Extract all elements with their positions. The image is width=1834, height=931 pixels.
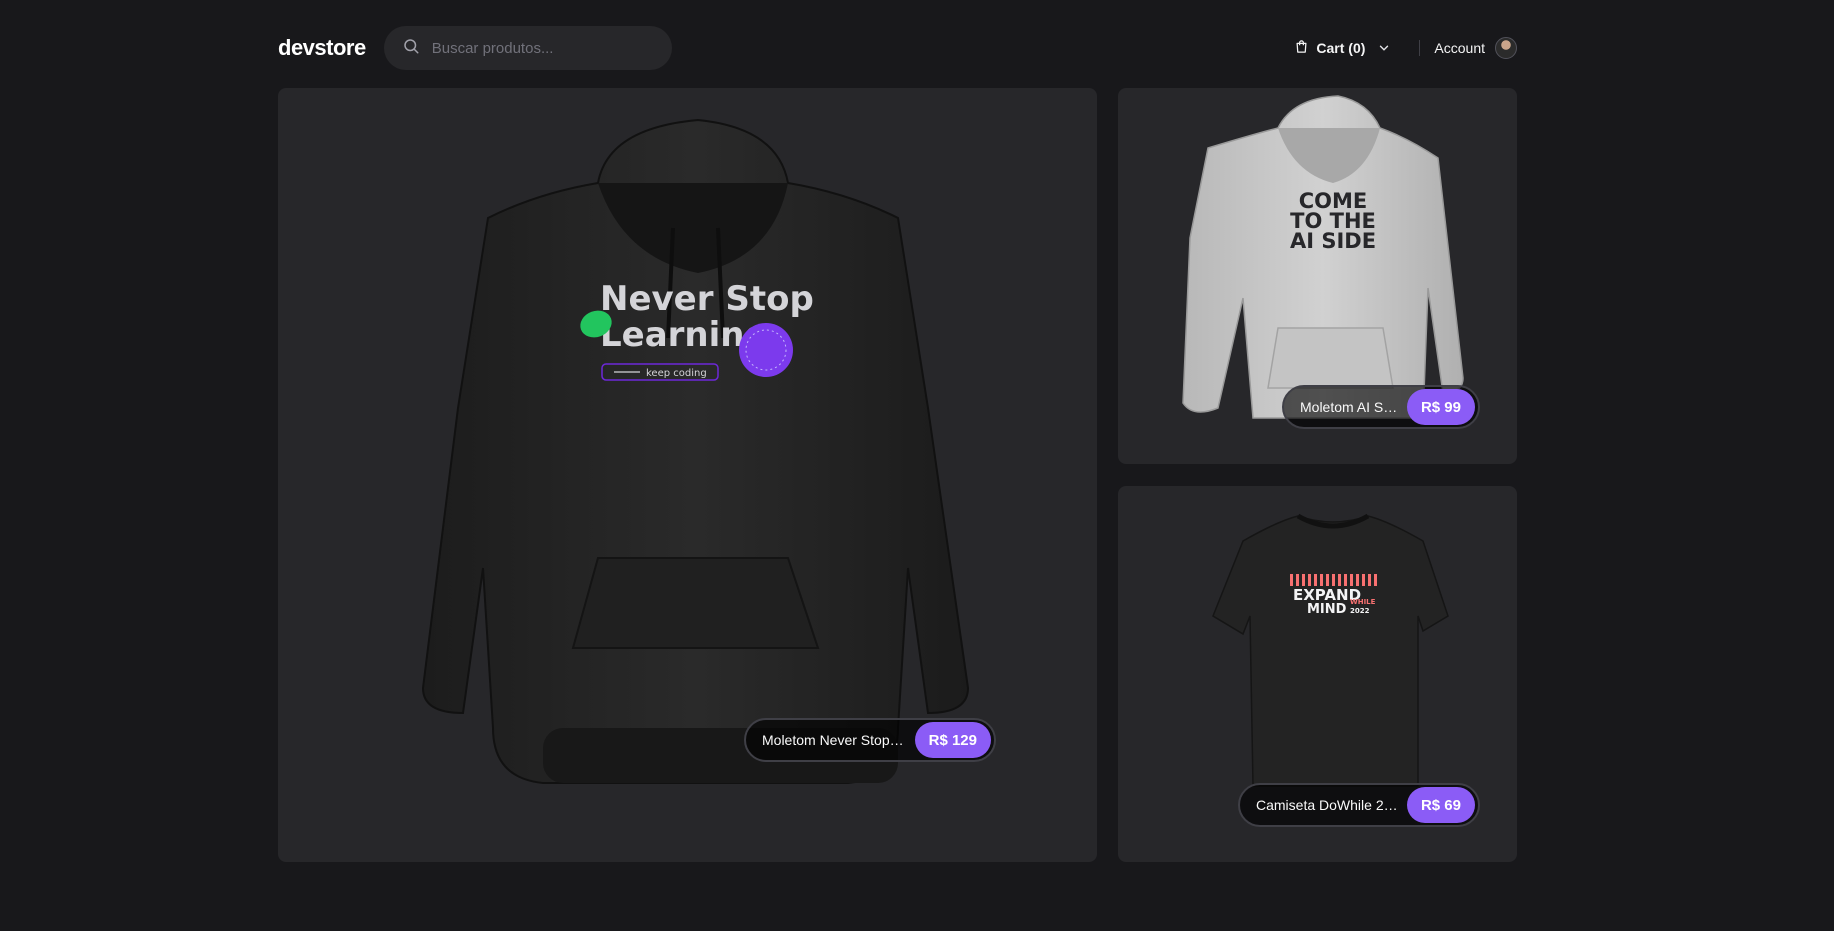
product-card-ai-side[interactable]: COME TO THE AI SIDE Moletom AI Side R$ 9…	[1118, 88, 1517, 464]
logo[interactable]: devstore	[278, 35, 366, 61]
avatar	[1495, 37, 1517, 59]
product-price: R$ 99	[1406, 389, 1475, 425]
chevron-down-icon[interactable]	[1377, 41, 1391, 55]
product-name: Moletom Never Stop L...	[762, 732, 907, 748]
product-price: R$ 129	[914, 722, 991, 758]
cart-label: Cart (0)	[1316, 40, 1366, 56]
product-name: Camiseta DoWhile 2022	[1256, 797, 1399, 813]
product-card-dowhile[interactable]: EXPAND MIND WHILE 2022 Camiseta DoWhile …	[1118, 486, 1517, 862]
search-box[interactable]	[383, 26, 672, 70]
header-divider	[1419, 40, 1421, 56]
header: devstore Cart (0) Account	[278, 26, 1517, 70]
print-line1-text: Never Stop	[600, 279, 814, 319]
account-label: Account	[1434, 40, 1485, 56]
product-tag[interactable]: Moletom AI Side R$ 99	[1282, 385, 1480, 429]
product-card-featured[interactable]: Never Stop Learning keep coding Moletom …	[278, 88, 1097, 862]
product-name: Moletom AI Side	[1300, 399, 1399, 415]
product-tag[interactable]: Moletom Never Stop L... R$ 129	[744, 718, 996, 762]
product-tag[interactable]: Camiseta DoWhile 2022 R$ 69	[1238, 783, 1480, 827]
header-actions: Cart (0) Account	[1294, 26, 1517, 70]
print-line3-text: AI SIDE	[1290, 229, 1376, 253]
print-tagline-text: keep coding	[646, 368, 707, 379]
search-icon	[402, 37, 420, 60]
search-input[interactable]	[431, 39, 652, 57]
cart-button[interactable]: Cart (0)	[1294, 39, 1365, 57]
product-price: R$ 69	[1406, 787, 1475, 823]
print-line3-text: WHILE	[1350, 598, 1376, 606]
account-link[interactable]: Account	[1434, 37, 1517, 59]
shopping-bag-icon	[1294, 39, 1309, 57]
print-line2-text: MIND	[1307, 602, 1347, 617]
print-line4-text: 2022	[1350, 607, 1370, 615]
